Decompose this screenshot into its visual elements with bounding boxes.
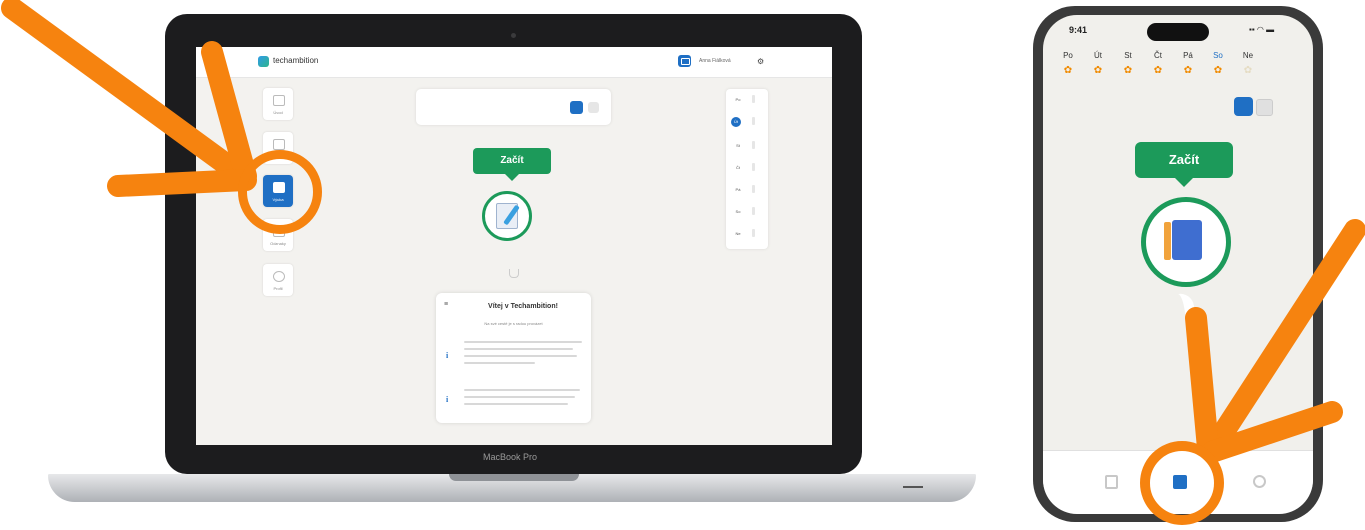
sidebar-item-label: Úvod xyxy=(273,110,283,115)
weekday-mon[interactable]: Po xyxy=(1057,51,1079,60)
pencil-icon xyxy=(1164,222,1171,260)
welcome-card: ≡ Vítej v Techambition! Na své cestě je … xyxy=(436,293,591,423)
phone-screen: 9:41 ▪▪ ◠ ▬ Po Út St Čt Pá So Ne ✿ ✿ ✿ ✿… xyxy=(1043,15,1313,513)
status-icons: ▪▪ ◠ ▬ xyxy=(1249,25,1275,34)
info-icon: i xyxy=(446,351,449,360)
lesson-path xyxy=(1163,291,1215,425)
day-progress xyxy=(752,95,755,103)
day-tue[interactable]: Út xyxy=(731,117,741,127)
day-progress xyxy=(752,141,755,149)
chat-icon: ≡ xyxy=(444,301,449,308)
streak-flower-icon: ✿ xyxy=(1153,65,1163,76)
info-icon: i xyxy=(446,395,449,404)
welcome-paragraph-1 xyxy=(464,341,582,369)
calculator-icon xyxy=(1172,220,1202,260)
tab-profile-icon[interactable] xyxy=(1253,475,1266,488)
tab-home-icon[interactable] xyxy=(1105,475,1118,489)
day-mon[interactable]: Po xyxy=(733,97,743,102)
start-button[interactable]: Začít xyxy=(473,148,551,181)
day-progress xyxy=(752,185,755,193)
path-view-toggle[interactable] xyxy=(1234,97,1253,116)
sidebar-item-label: Profil xyxy=(273,286,283,291)
dynamic-island xyxy=(1147,23,1209,41)
streak-flower-icon: ✿ xyxy=(1183,65,1193,76)
list-view-toggle[interactable] xyxy=(1256,99,1273,116)
day-sun[interactable]: Ne xyxy=(733,231,743,236)
sidebar-item-home[interactable]: Úvod xyxy=(263,88,293,120)
lesson-node[interactable] xyxy=(1141,197,1231,287)
path-connector xyxy=(509,269,519,278)
streak-flower-icon: ✿ xyxy=(1213,65,1223,76)
laptop-brand-label: MacBook Pro xyxy=(483,452,538,462)
laptop-camera xyxy=(511,33,516,38)
sidebar-item-label: Odznaky xyxy=(270,241,286,246)
streak-flower-empty-icon: ✿ xyxy=(1243,65,1253,76)
day-progress xyxy=(752,163,755,171)
list-icon xyxy=(273,139,285,150)
day-wed[interactable]: St xyxy=(733,143,743,148)
day-sat[interactable]: So xyxy=(733,209,743,214)
streak-flower-icon: ✿ xyxy=(1093,65,1103,76)
streak-flower-icon: ✿ xyxy=(1123,65,1133,76)
weekday-sun[interactable]: Ne xyxy=(1237,51,1259,60)
day-progress xyxy=(752,229,755,237)
sidebar-item-profile[interactable]: Profil xyxy=(263,264,293,296)
weekday-thu[interactable]: Čt xyxy=(1147,51,1169,60)
grid-icon xyxy=(273,95,285,106)
weekday-fri[interactable]: Pá xyxy=(1177,51,1199,60)
laptop-screen: techambition Anna Fiálková ⚙ Úvod Kurzy … xyxy=(196,47,832,445)
weekday-sat[interactable]: So xyxy=(1207,51,1229,60)
app-topbar: techambition Anna Fiálková ⚙ xyxy=(196,47,832,78)
week-day-panel: Po Út St Čt Pá So Ne xyxy=(726,89,768,249)
day-progress xyxy=(752,207,755,215)
user-icon xyxy=(273,271,285,282)
welcome-subtitle: Na své cestě je s radou provázet xyxy=(484,321,543,326)
user-name[interactable]: Anna Fiálková xyxy=(699,58,731,64)
settings-icon[interactable]: ⚙ xyxy=(757,57,764,66)
laptop-opening-notch xyxy=(449,474,579,481)
weekday-wed[interactable]: St xyxy=(1117,51,1139,60)
streak-flower-icon: ✿ xyxy=(1063,65,1073,76)
day-progress xyxy=(752,117,755,125)
status-time: 9:41 xyxy=(1069,25,1088,35)
laptop-indicator xyxy=(903,486,923,488)
path-view-toggle[interactable] xyxy=(570,101,583,114)
welcome-title: Vítej v Techambition! xyxy=(488,303,558,310)
welcome-paragraph-2 xyxy=(464,389,582,410)
lesson-node[interactable] xyxy=(482,191,532,241)
highlight-circle-phone xyxy=(1140,441,1224,525)
logo-icon xyxy=(258,56,269,67)
day-fri[interactable]: Pá xyxy=(733,187,743,192)
app-logo-text: techambition xyxy=(273,56,319,65)
highlight-circle-laptop xyxy=(238,150,322,234)
list-view-toggle[interactable] xyxy=(588,102,599,113)
day-thu[interactable]: Čt xyxy=(733,165,743,170)
weekday-tue[interactable]: Út xyxy=(1087,51,1109,60)
mail-icon[interactable] xyxy=(678,55,691,67)
start-button[interactable]: Začít xyxy=(1135,142,1233,187)
